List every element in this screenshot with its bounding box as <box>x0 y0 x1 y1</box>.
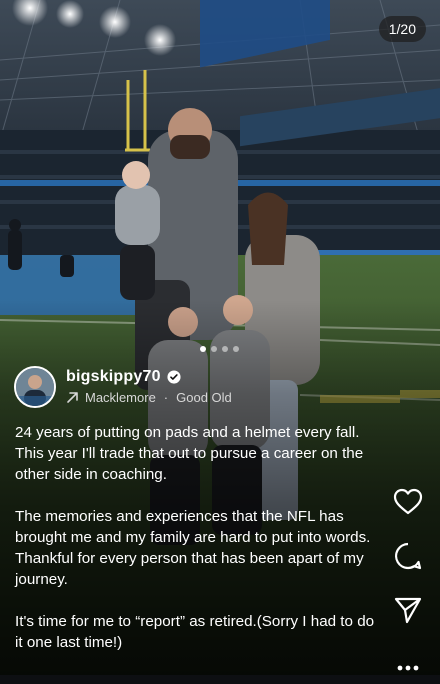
music-separator: · <box>163 389 169 405</box>
comment-button[interactable] <box>392 540 424 572</box>
caption-paragraph: It's time for me to “report” as retired.… <box>15 613 375 651</box>
carousel-dots <box>200 346 239 352</box>
avatar[interactable] <box>14 366 56 408</box>
more-icon <box>397 665 419 671</box>
like-button[interactable] <box>392 486 424 518</box>
arrow-up-right-icon <box>67 391 78 403</box>
media-counter: 1/20 <box>378 16 426 42</box>
caption-paragraph: The memories and experiences that the NF… <box>15 508 371 588</box>
carousel-dot[interactable] <box>211 346 217 352</box>
carousel-dot-active[interactable] <box>200 346 206 352</box>
avatar-image <box>16 368 54 406</box>
share-button[interactable] <box>392 594 424 626</box>
carousel-dot[interactable] <box>233 346 239 352</box>
verified-badge-icon <box>167 369 181 384</box>
comment-icon <box>395 542 422 570</box>
music-track: Good Old <box>176 389 232 405</box>
post-author: bigskippy70 Macklemore · Good Old <box>14 366 232 408</box>
post-caption: 24 years of putting on pads and a helmet… <box>15 422 375 674</box>
caption-paragraph: 24 years of putting on pads and a helmet… <box>15 424 364 483</box>
action-bar <box>392 486 424 684</box>
username[interactable]: bigskippy70 <box>66 368 161 386</box>
carousel-dot[interactable] <box>222 346 228 352</box>
send-icon <box>394 597 422 624</box>
more-options-button[interactable] <box>392 652 424 684</box>
music-artist: Macklemore <box>85 389 156 405</box>
heart-icon <box>393 488 423 515</box>
audio-attribution[interactable]: Macklemore · Good Old <box>66 390 232 405</box>
